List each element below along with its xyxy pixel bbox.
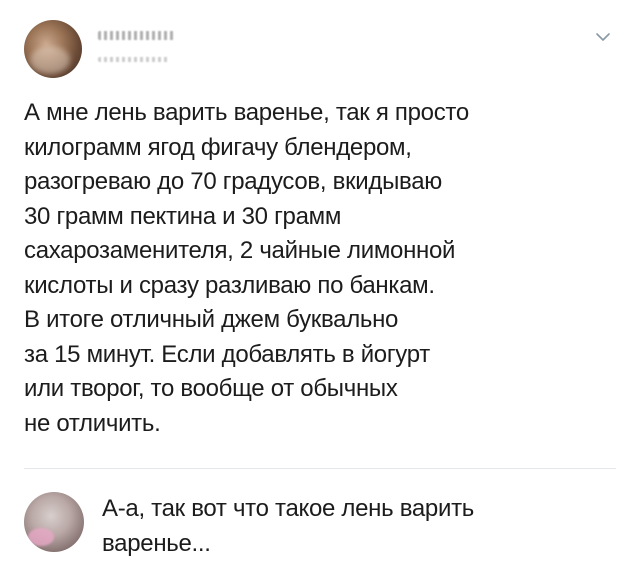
reply-text: А-а, так вот что такое лень варить варен… (102, 495, 474, 557)
divider (24, 468, 616, 469)
tweet-text: А мне лень варить варенье, так я просто … (24, 99, 469, 437)
reply-author-avatar[interactable] (24, 492, 84, 552)
tweet-card: А мне лень варить варенье, так я просто … (0, 0, 640, 586)
author-handle-blurred[interactable] (98, 57, 170, 62)
author-avatar[interactable] (24, 20, 82, 78)
chevron-down-icon[interactable] (594, 30, 612, 44)
author-name-blurred[interactable] (98, 31, 176, 40)
